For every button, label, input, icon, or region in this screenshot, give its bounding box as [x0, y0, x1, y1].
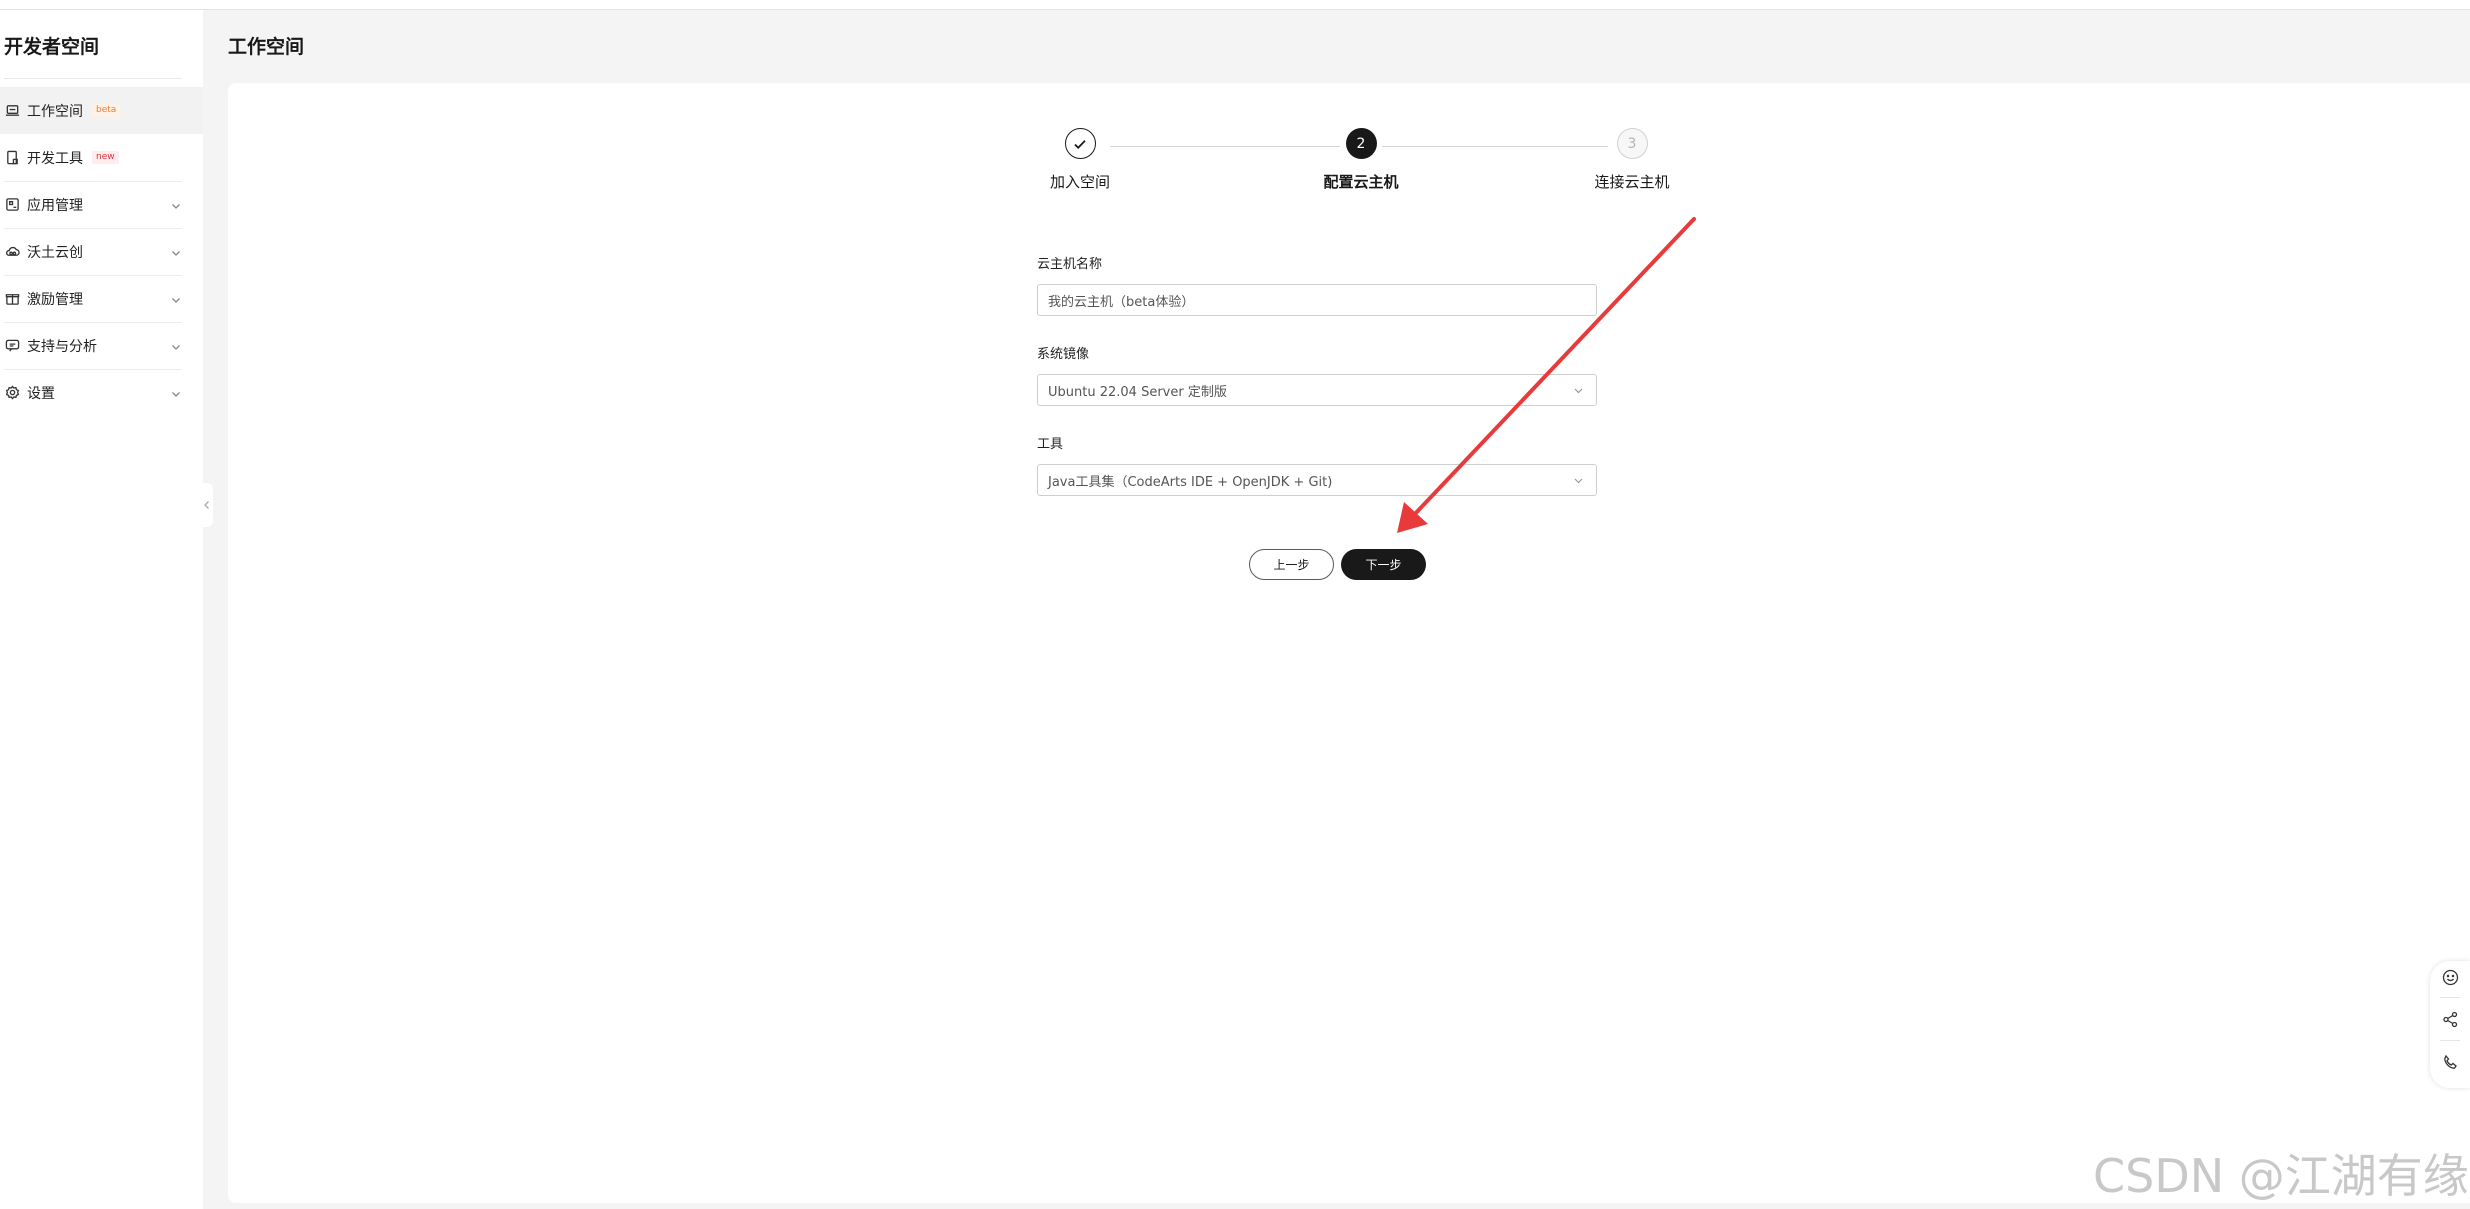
share-button[interactable]: [2441, 1010, 2459, 1028]
select-value: Ubuntu 22.04 Server 定制版: [1048, 384, 1227, 400]
step-label: 配置云主机: [1323, 173, 1399, 191]
sidebar-item-label: 激励管理: [27, 291, 83, 308]
chevron-down-icon: [170, 291, 182, 303]
tools-select[interactable]: Java工具集（CodeArts IDE + OpenJDK + Git): [1037, 464, 1597, 496]
sidebar-item-support[interactable]: 支持与分析: [0, 322, 203, 369]
step-configure-host: 2 配置云主机: [1306, 128, 1416, 192]
beta-badge: beta: [92, 104, 121, 117]
cloud-icon: [4, 244, 20, 260]
watermark: CSDN @江湖有缘: [2093, 1149, 2469, 1203]
sidebar-item-dev-tools[interactable]: 开发工具 new: [0, 134, 203, 181]
sidebar-item-label: 设置: [27, 385, 55, 402]
new-badge: new: [92, 151, 119, 164]
stepper: 加入空间 2 配置云主机 3 连接云主机: [1040, 128, 1680, 208]
feedback-button[interactable]: [2441, 968, 2459, 986]
chat-icon: [4, 338, 20, 354]
system-image-field: 系统镜像 Ubuntu 22.04 Server 定制版: [1037, 346, 1597, 406]
check-icon: [1074, 139, 1086, 149]
sidebar-item-incentives[interactable]: 激励管理: [0, 275, 203, 322]
phone-icon: [2443, 1054, 2457, 1069]
sidebar-item-label: 开发工具: [27, 150, 83, 167]
prev-step-button[interactable]: 上一步: [1249, 549, 1334, 580]
field-label: 云主机名称: [1037, 257, 1103, 272]
sidebar-collapse-button[interactable]: [201, 483, 213, 527]
divider: [4, 78, 182, 79]
next-step-button[interactable]: 下一步: [1341, 549, 1426, 580]
step-join-space: 加入空间: [1040, 128, 1120, 192]
divider: [2440, 997, 2460, 998]
chevron-down-icon: [170, 197, 182, 209]
main-card: [228, 83, 2470, 1203]
chevron-down-icon: [1573, 385, 1584, 396]
device-icon: [4, 150, 20, 166]
sidebar-item-label: 工作空间: [27, 103, 83, 120]
step-number: 2: [1345, 128, 1377, 159]
gift-icon: [4, 291, 20, 307]
gear-icon: [4, 385, 20, 401]
tools-field: 工具 Java工具集（CodeArts IDE + OpenJDK + Git): [1037, 436, 1597, 496]
divider: [2440, 1040, 2460, 1041]
sidebar-item-settings[interactable]: 设置: [0, 369, 203, 416]
sidebar-menu: 工作空间 beta 开发工具 new 应用管理 沃土云创 激励管理 支持与分析: [0, 87, 203, 416]
chevron-left-icon: [204, 501, 209, 509]
chevron-down-icon: [170, 244, 182, 256]
sidebar-item-workspace[interactable]: 工作空间 beta: [0, 87, 203, 134]
page-title: 工作空间: [228, 36, 305, 58]
field-label: 系统镜像: [1037, 347, 1090, 362]
host-name-input[interactable]: [1048, 292, 1568, 308]
field-label: 工具: [1037, 437, 1064, 452]
chevron-down-icon: [1573, 475, 1584, 486]
share-icon: [2442, 1011, 2457, 1027]
step-label: 加入空间: [1049, 173, 1110, 191]
laptop-icon: [4, 103, 20, 119]
sidebar-item-app-management[interactable]: 应用管理: [0, 181, 203, 228]
step-connect-host: 3 连接云主机: [1577, 128, 1687, 192]
sidebar-item-wotu[interactable]: 沃土云创: [0, 228, 203, 275]
system-image-select[interactable]: Ubuntu 22.04 Server 定制版: [1037, 374, 1597, 406]
app-icon: [4, 197, 20, 213]
step-number: 3: [1616, 128, 1648, 159]
sidebar-item-label: 沃土云创: [27, 244, 83, 261]
floating-toolbar: [2430, 961, 2470, 1088]
chevron-down-icon: [170, 385, 182, 397]
host-name-field: 云主机名称: [1037, 256, 1597, 316]
brand-title: 开发者空间: [4, 36, 100, 58]
top-bar: [0, 0, 2470, 10]
contact-button[interactable]: [2441, 1053, 2459, 1071]
sidebar-item-label: 支持与分析: [27, 338, 97, 355]
host-name-box: [1037, 284, 1597, 316]
sidebar: 开发者空间 工作空间 beta 开发工具 new 应用管理 沃土云创 激励管理: [0, 10, 203, 1209]
chevron-down-icon: [170, 338, 182, 350]
step-label: 连接云主机: [1594, 173, 1670, 191]
select-value: Java工具集（CodeArts IDE + OpenJDK + Git): [1048, 474, 1333, 490]
smile-icon: [2442, 969, 2458, 985]
step-done-marker: [1064, 128, 1096, 159]
sidebar-item-label: 应用管理: [27, 197, 83, 214]
